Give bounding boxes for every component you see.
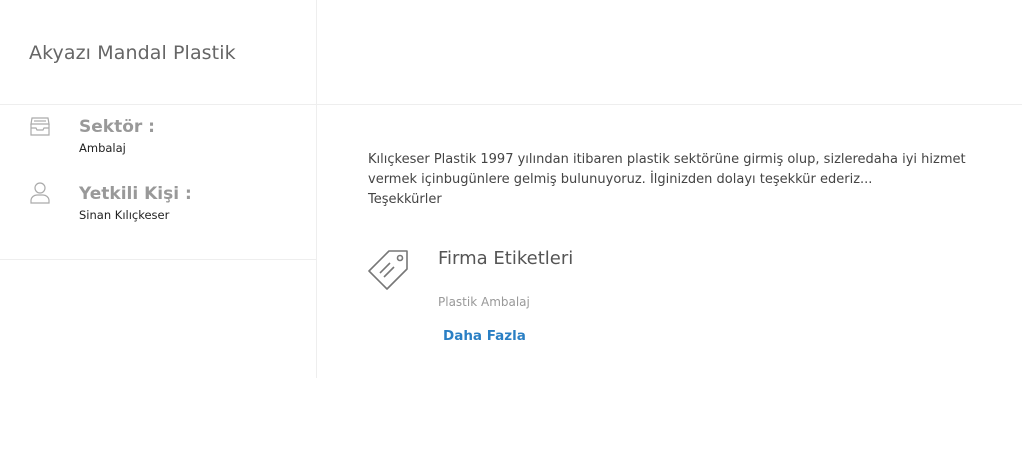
- inbox-tray-icon: [28, 115, 52, 139]
- company-name: Akyazı Mandal Plastik: [29, 42, 236, 64]
- header-divider: [0, 104, 1022, 105]
- company-description: Kılıçkeser Plastik 1997 yılından itibare…: [368, 150, 1018, 210]
- user-icon: [28, 181, 52, 205]
- more-link[interactable]: Daha Fazla: [443, 328, 526, 344]
- sidebar-divider: [0, 259, 316, 260]
- tags-title: Firma Etiketleri: [438, 248, 574, 269]
- description-paragraph: Kılıçkeser Plastik 1997 yılından itibare…: [368, 152, 966, 187]
- contact-value: Sinan Kılıçkeser: [79, 208, 170, 222]
- contact-label: Yetkili Kişi :: [79, 184, 192, 204]
- tag-icon: [365, 246, 413, 294]
- tag-item[interactable]: Plastik Ambalaj: [438, 295, 530, 309]
- description-closing: Teşekkürler: [368, 192, 442, 207]
- sector-value: Ambalaj: [79, 141, 126, 155]
- sector-label: Sektör :: [79, 117, 155, 137]
